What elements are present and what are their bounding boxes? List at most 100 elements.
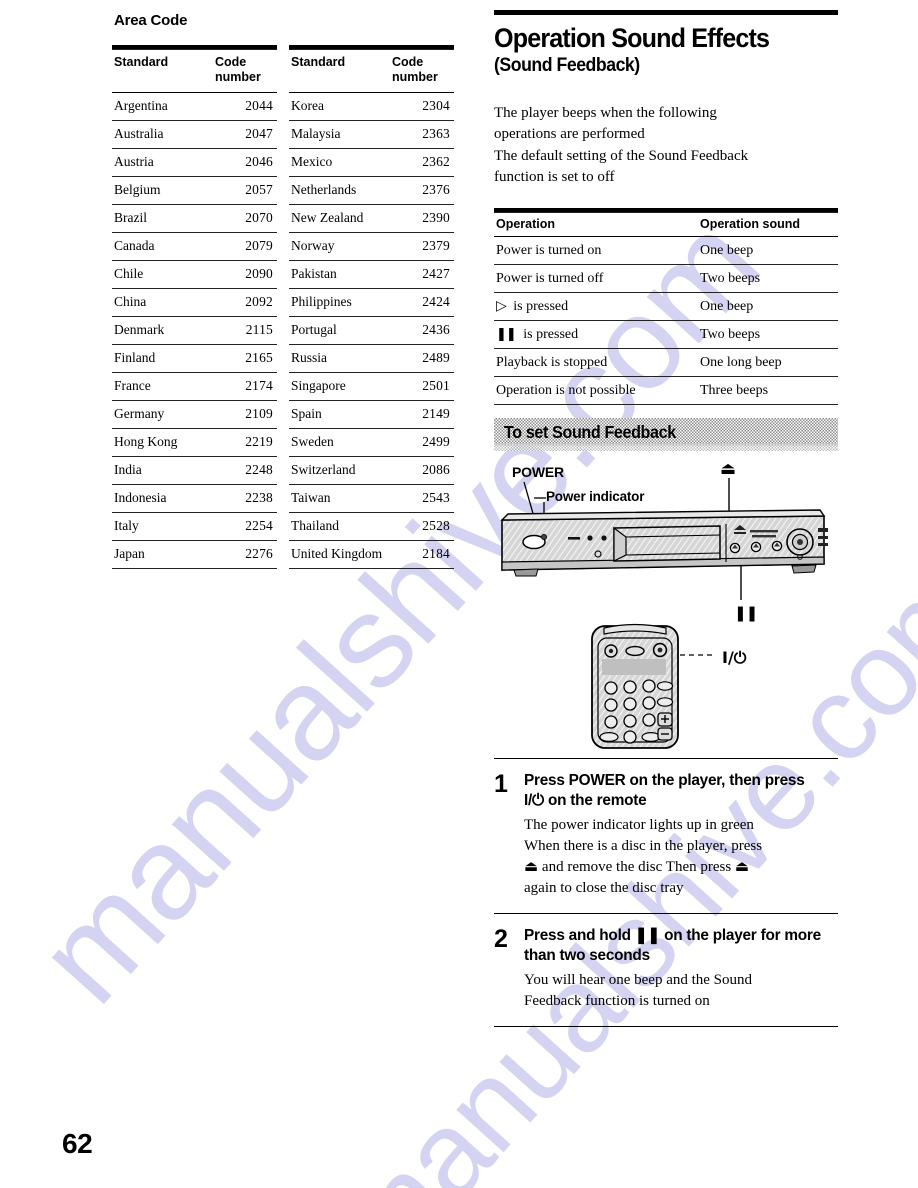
step-2-text: You will hear one beep and the Sound Fee… xyxy=(524,970,838,1012)
steps-list: 1 Press POWER on the player, then press … xyxy=(494,758,838,1028)
country-cell: Mexico xyxy=(289,148,384,177)
operation-sound-cell: One beep xyxy=(690,236,838,266)
code-cell: 2092 xyxy=(207,288,277,317)
table-row: Russia 2489 xyxy=(289,344,454,373)
area-code-tables: Standard Code number Argentina 2044 Austra… xyxy=(112,45,462,569)
header-standard: Standard xyxy=(289,49,384,93)
left-column: Area Code Standard Code number Argentina… xyxy=(112,12,462,569)
code-cell: 2184 xyxy=(384,540,454,569)
step-1-text-line-3: ⏏ and remove the disc Then press ⏏ xyxy=(524,859,750,876)
header-standard: Standard xyxy=(112,49,207,93)
code-cell: 2304 xyxy=(384,92,454,121)
operation-sound-cell: Three beeps xyxy=(690,376,838,406)
code-cell: 2057 xyxy=(207,176,277,205)
operation-sound-body: Power is turned on One beep Power is turne… xyxy=(494,236,838,406)
operation-sound-cell: Two beeps xyxy=(690,264,838,294)
step-2-number: 2 xyxy=(494,925,508,954)
country-cell: Australia xyxy=(112,120,207,149)
header-code-line1: Code xyxy=(392,55,424,69)
intro-line-1: The player beeps when the following xyxy=(494,104,717,121)
country-cell: Philippines xyxy=(289,288,384,317)
table-header-row: Standard Code number xyxy=(289,49,454,93)
code-cell: 2079 xyxy=(207,232,277,261)
table-row: Switzerland 2086 xyxy=(289,456,454,485)
code-cell: 2149 xyxy=(384,400,454,429)
country-cell: Malaysia xyxy=(289,120,384,149)
code-cell: 2090 xyxy=(207,260,277,289)
step-1-body: Press POWER on the player, then press I/… xyxy=(524,771,838,899)
table-row: Netherlands 2376 xyxy=(289,176,454,205)
code-cell: 2436 xyxy=(384,316,454,345)
table-row: Brazil 2070 xyxy=(112,204,277,233)
step-1-text-line-2: When there is a disc in the player, pres… xyxy=(524,838,763,855)
country-cell: Indonesia xyxy=(112,484,207,513)
country-cell: Denmark xyxy=(112,316,207,345)
header-code-line2: number xyxy=(215,70,261,85)
step-2-heading-line-2: than two seconds xyxy=(524,946,650,964)
table-row: France 2174 xyxy=(112,372,277,401)
table-row: Singapore 2501 xyxy=(289,372,454,401)
subheading-band: To set Sound Feedback xyxy=(494,418,838,452)
code-cell: 2109 xyxy=(207,400,277,429)
intro-line-4: function is set to off xyxy=(494,168,615,185)
code-cell: 2427 xyxy=(384,260,454,289)
country-cell: France xyxy=(112,372,207,401)
country-cell: Netherlands xyxy=(289,176,384,205)
country-cell: Taiwan xyxy=(289,484,384,513)
step-2-heading-line-1: Press and hold ❚❚ on the player for more xyxy=(524,927,821,945)
country-cell: Hong Kong xyxy=(112,428,207,457)
table-row: Norway 2379 xyxy=(289,232,454,261)
code-cell: 2219 xyxy=(207,428,277,457)
intro-line-3: The default setting of the Sound Feedbac… xyxy=(494,147,749,164)
operation-sound-cell: One beep xyxy=(690,292,838,322)
country-cell: Brazil xyxy=(112,204,207,233)
table-row: Sweden 2499 xyxy=(289,428,454,457)
table-row: Indonesia 2238 xyxy=(112,484,277,513)
table-row: India 2248 xyxy=(112,456,277,485)
header-operation-sound: Operation sound xyxy=(690,212,838,238)
step-1-heading: Press POWER on the player, then press I/… xyxy=(524,771,825,810)
operation-cell: Playback is stopped xyxy=(494,348,690,378)
header-code-line2: number xyxy=(392,70,438,85)
table-row: Denmark 2115 xyxy=(112,316,277,345)
table-row: Philippines 2424 xyxy=(289,288,454,317)
code-cell: 2254 xyxy=(207,512,277,541)
page-number: 62 xyxy=(62,1128,93,1159)
country-cell: Singapore xyxy=(289,372,384,401)
table-row: Taiwan 2543 xyxy=(289,484,454,513)
step-1: 1 Press POWER on the player, then press … xyxy=(494,758,838,913)
step-1-text-line-4: again to close the disc tray xyxy=(524,880,684,897)
table-row: Chile 2090 xyxy=(112,260,277,289)
table-row: Thailand 2528 xyxy=(289,512,454,541)
area-code-table-left: Standard Code number Argentina 2044 Austra… xyxy=(112,45,277,569)
country-cell: China xyxy=(112,288,207,317)
country-cell: New Zealand xyxy=(289,204,384,233)
section-subtitle: (Sound Feedback) xyxy=(494,55,640,77)
table-row: New Zealand 2390 xyxy=(289,204,454,233)
table-header-row: Standard Code number xyxy=(112,49,277,93)
country-cell: Italy xyxy=(112,512,207,541)
intro-line-2: operations are performed xyxy=(494,126,645,143)
step-2-text-line-2: Feedback function is turned on xyxy=(524,993,710,1010)
right-column: Operation Sound Effects (Sound Feedback)… xyxy=(494,10,838,1028)
code-cell: 2174 xyxy=(207,372,277,401)
operation-cell: Operation is not possible xyxy=(494,376,690,406)
step-1-heading-line-2: I/⏻ on the remote xyxy=(524,791,647,809)
area-code-title: Area Code xyxy=(114,12,188,29)
code-cell: 2046 xyxy=(207,148,277,177)
code-cell: 2390 xyxy=(384,204,454,233)
table-row: Power is turned on One beep xyxy=(494,236,838,266)
code-cell: 2501 xyxy=(384,372,454,401)
table-row: Malaysia 2363 xyxy=(289,120,454,149)
country-cell: Sweden xyxy=(289,428,384,457)
header-code-number: Code number xyxy=(384,49,454,93)
section-title: Operation Sound Effects xyxy=(494,23,770,53)
code-cell: 2115 xyxy=(207,316,277,345)
illustration-graphic xyxy=(500,478,828,750)
steps-bottom-rule xyxy=(494,1026,838,1028)
code-cell: 2376 xyxy=(384,176,454,205)
country-cell: United Kingdom xyxy=(289,540,384,569)
country-cell: Portugal xyxy=(289,316,384,345)
country-cell: Argentina xyxy=(112,92,207,121)
header-code-number: Code number xyxy=(207,49,277,93)
